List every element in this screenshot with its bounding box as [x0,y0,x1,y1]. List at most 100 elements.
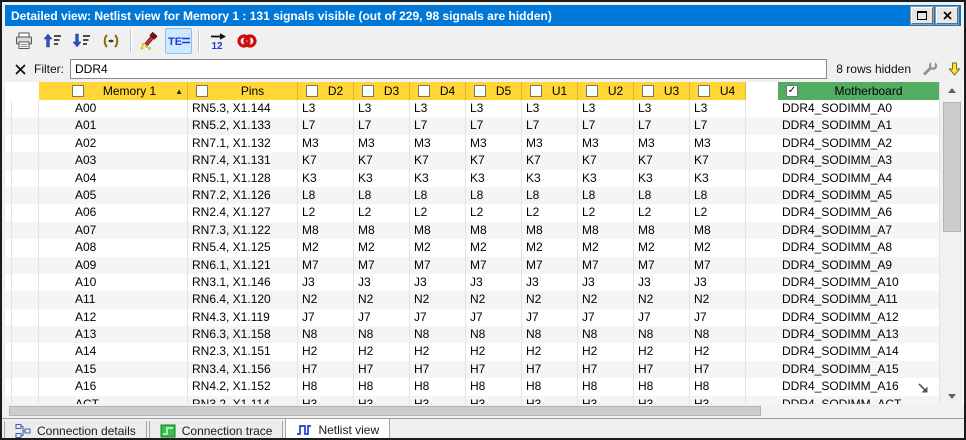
table-row[interactable]: A12RN4.3, X1.119J7J7J7J7J7J7J7J7DDR4_SOD… [5,309,939,326]
column-header-u3[interactable]: U3 [634,82,690,100]
column-header-d3[interactable]: D3 [354,82,410,100]
cell-u4: L3 [690,100,746,117]
filter-settings-button[interactable] [921,61,938,77]
table-row[interactable]: A15RN3.4, X1.156H7H7H7H7H7H7H7H7DDR4_SOD… [5,361,939,378]
cell-u1: M2 [522,239,578,256]
column-checkbox-motherboard-checked[interactable]: ✓ [786,85,798,97]
vertical-scroll-thumb[interactable] [943,102,961,232]
cell-d2: M7 [298,257,354,274]
table-row[interactable]: A01RN5.2, X1.133L7L7L7L7L7L7L7L7DDR4_SOD… [5,117,939,134]
column-checkbox-memory1[interactable] [72,85,84,97]
table-row[interactable]: ACTRN3.2, X1.114H3H3H3H3H3H3H3H3DDR4_SOD… [5,396,939,404]
column-checkbox-u1[interactable] [530,85,542,97]
column-header-gutter [5,82,39,100]
connection-details-icon [15,423,31,439]
renumber-button[interactable]: 12 [204,28,231,54]
move-top-button[interactable] [39,28,66,54]
column-checkbox-d3[interactable] [362,85,374,97]
cell-memory1: ACT [39,396,188,404]
cell-motherboard: DDR4_SODIMM_A2 [778,135,939,152]
column-checkbox-u3[interactable] [642,85,654,97]
jump-to-next-button[interactable] [948,62,961,76]
column-header-d5[interactable]: D5 [466,82,522,100]
cell-d3: M3 [354,135,410,152]
cell-d5: M7 [466,257,522,274]
cell-d4: M7 [410,257,466,274]
column-checkbox-d5[interactable] [474,85,486,97]
cell-u4: N8 [690,326,746,343]
fit-columns-button[interactable] [97,28,124,54]
tab-label: Netlist view [318,423,379,437]
horizontal-scrollbar[interactable] [5,404,961,418]
column-header-u2[interactable]: U2 [578,82,634,100]
title-bar[interactable]: Detailed view: Netlist view for Memory 1… [5,5,961,26]
table-header-row: Memory 1▲PinsD2D3D4D5U1U2U3 U4 ✓Motherboar… [5,82,939,100]
cell-gutter [5,291,39,308]
cell-pins: RN7.4, X1.131 [188,152,298,169]
cell-d3: M7 [354,257,410,274]
column-header-d4[interactable]: D4 [410,82,466,100]
toolbar-separator [130,30,132,52]
tab-label: Connection trace [182,424,273,438]
table-row[interactable]: A04RN5.1, X1.128K3K3K3K3K3K3K3K3DDR4_SOD… [5,170,939,187]
table-row[interactable]: A11RN6.4, X1.120N2N2N2N2N2N2N2N2DDR4_SOD… [5,291,939,308]
svg-text:12: 12 [211,41,223,50]
table-row[interactable]: A13RN6.3, X1.158N8N8N8N8N8N8N8N8DDR4_SOD… [5,326,939,343]
sort-ascending-icon: ▲ [175,87,183,96]
table-row[interactable]: A14RN2.3, X1.151H2H2H2H2H2H2H2H2DDR4_SOD… [5,343,939,360]
cell-u3: K3 [634,170,690,187]
horizontal-scroll-thumb[interactable] [9,406,761,416]
column-header-memory1[interactable]: Memory 1▲ [39,82,188,100]
cell-memory1: A13 [39,326,188,343]
column-header-u1[interactable]: U1 [522,82,578,100]
tab-connection-details[interactable]: Connection details [4,421,147,440]
table-row[interactable]: A06RN2.4, X1.127L2L2L2L2L2L2L2L2DDR4_SOD… [5,204,939,221]
table-row[interactable]: A16RN4.2, X1.152H8H8H8H8H8H8H8H8DDR4_SOD… [5,378,939,395]
print-button[interactable] [10,28,37,54]
table-row[interactable]: A00RN5.3, X1.144L3L3L3L3L3L3L3L3DDR4_SOD… [5,100,939,117]
cell-u4: H8 [690,378,746,395]
wrench-icon [921,61,938,77]
net-labels-button[interactable]: TE [165,28,192,54]
move-bottom-button[interactable] [68,28,95,54]
cell-u2: K7 [578,152,634,169]
vertical-scrollbar[interactable] [939,82,963,404]
table-row[interactable]: A09RN6.1, X1.121M7M7M7M7M7M7M7M7DDR4_SOD… [5,257,939,274]
scroll-up-button[interactable] [940,82,964,98]
column-checkbox-u2[interactable] [586,85,598,97]
maximize-button[interactable] [911,7,933,24]
close-button[interactable] [936,7,958,24]
scroll-corner-arrow-icon[interactable] [917,382,930,400]
column-header-motherboard[interactable]: ✓Motherboard [778,82,939,100]
scroll-down-button[interactable] [940,388,964,404]
column-header-u4[interactable]: U4 [690,82,746,100]
filter-clear-button[interactable] [15,64,26,75]
cell-d3: H3 [354,396,410,404]
cell-gap [746,170,778,187]
cell-u2: M2 [578,239,634,256]
cell-d4: N8 [410,326,466,343]
table-row[interactable]: A05RN7.2, X1.126L8L8L8L8L8L8L8L8DDR4_SOD… [5,187,939,204]
rings-button[interactable] [233,28,260,54]
table-row[interactable]: A07RN7.3, X1.122M8M8M8M8M8M8M8M8DDR4_SOD… [5,222,939,239]
column-header-pins[interactable]: Pins [188,82,298,100]
yellow-down-arrow-icon [948,62,961,76]
column-checkbox-d2[interactable] [306,85,318,97]
table-row[interactable]: A08RN5.4, X1.125M2M2M2M2M2M2M2M2DDR4_SOD… [5,239,939,256]
cell-u3: M8 [634,222,690,239]
column-checkbox-d4[interactable] [418,85,430,97]
filter-input[interactable] [70,59,827,79]
column-checkbox-u4[interactable] [698,85,710,97]
table-row[interactable]: A03RN7.4, X1.131K7K7K7K7K7K7K7K7DDR4_SOD… [5,152,939,169]
column-checkbox-pins[interactable] [196,85,208,97]
highlight-signal-button[interactable] [136,28,163,54]
table-row[interactable]: A10RN3.1, X1.146J3J3J3J3J3J3J3J3DDR4_SOD… [5,274,939,291]
tab-netlist-view[interactable]: Netlist view [285,419,390,440]
table-row[interactable]: A02RN7.1, X1.132M3M3M3M3M3M3M3M3DDR4_SOD… [5,135,939,152]
cell-gutter [5,239,39,256]
cell-d4: K3 [410,170,466,187]
cell-pins: RN3.1, X1.146 [188,274,298,291]
column-header-d2[interactable]: D2 [298,82,354,100]
tab-connection-trace[interactable]: Connection trace [149,421,284,440]
column-label: U4 [710,84,745,98]
